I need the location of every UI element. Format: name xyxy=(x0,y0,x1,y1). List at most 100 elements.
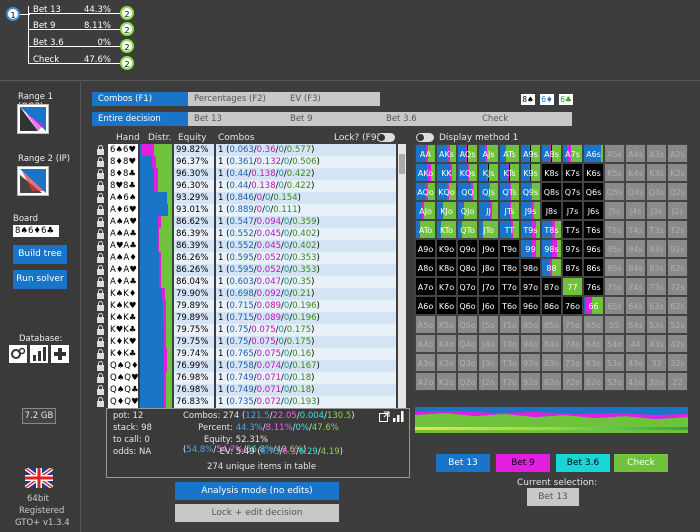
grid-cell-77[interactable]: 77 xyxy=(562,277,583,296)
grid-cell-73s[interactable]: 73s xyxy=(646,277,667,296)
lock-icon[interactable] xyxy=(96,228,108,240)
grid-cell-ATs[interactable]: ATs xyxy=(499,144,520,163)
grid-cell-JTs[interactable]: JTs xyxy=(499,201,520,220)
grid-cell-A4o[interactable]: A4o xyxy=(415,334,436,353)
lock-icon[interactable] xyxy=(96,396,108,408)
grid-cell-94s[interactable]: 94s xyxy=(625,239,646,258)
grid-cell-99[interactable]: 99 xyxy=(520,239,541,258)
grid-cell-53s[interactable]: 53s xyxy=(646,315,667,334)
grid-cell-J5o[interactable]: J5o xyxy=(478,315,499,334)
tree-child-node[interactable]: 2 xyxy=(120,22,134,36)
table-row[interactable]: K♦K♥ 79.75% 1 (0.75/0.075/0/0.175) xyxy=(96,336,406,348)
tree-action-label[interactable]: Check xyxy=(33,55,59,65)
grid-cell-62s[interactable]: 62s xyxy=(667,296,688,315)
grid-cell-K8o[interactable]: K8o xyxy=(436,258,457,277)
grid-cell-64s[interactable]: 64s xyxy=(625,296,646,315)
grid-cell-A7s[interactable]: A7s xyxy=(562,144,583,163)
add-plus-icon[interactable] xyxy=(51,345,69,363)
header-combos[interactable]: Combos xyxy=(218,133,254,143)
grid-cell-T8o[interactable]: T8o xyxy=(499,258,520,277)
run-solver-button[interactable]: Run solver xyxy=(13,270,67,289)
grid-cell-42s[interactable]: 42s xyxy=(667,334,688,353)
grid-cell-A2o[interactable]: A2o xyxy=(415,372,436,391)
tab-entire-decision[interactable]: Entire decision xyxy=(92,112,188,126)
grid-cell-A9s[interactable]: A9s xyxy=(520,144,541,163)
grid-cell-32o[interactable]: 32o xyxy=(646,372,667,391)
grid-cell-J5s[interactable]: J5s xyxy=(604,201,625,220)
table-row[interactable]: A♦A♣ 86.04% 1 (0.603/0.047/0/0.35) xyxy=(96,276,406,288)
grid-cell-KQo[interactable]: KQo xyxy=(436,182,457,201)
header-distr[interactable]: Distr. xyxy=(148,133,171,143)
lock-icon[interactable] xyxy=(96,336,108,348)
lock-icon[interactable] xyxy=(96,384,108,396)
header-equity[interactable]: Equity xyxy=(178,133,206,143)
tree-child-node[interactable]: 2 xyxy=(120,39,134,53)
grid-cell-86o[interactable]: 86o xyxy=(541,296,562,315)
grid-cell-J7o[interactable]: J7o xyxy=(478,277,499,296)
stats-chart-icon[interactable] xyxy=(393,411,404,422)
tab-percentages[interactable]: Percentages (F2) xyxy=(188,92,284,106)
grid-cell-K6o[interactable]: K6o xyxy=(436,296,457,315)
grid-cell-QJs[interactable]: QJs xyxy=(478,182,499,201)
grid-cell-84o[interactable]: 84o xyxy=(541,334,562,353)
grid-cell-A9o[interactable]: A9o xyxy=(415,239,436,258)
tab-combos[interactable]: Combos (F1) xyxy=(92,92,188,106)
table-row[interactable]: K♦K♣ 79.74% 1 (0.765/0.075/0/0.16) xyxy=(96,348,406,360)
lock-edit-button[interactable]: Lock + edit decision xyxy=(175,504,339,522)
grid-cell-A6o[interactable]: A6o xyxy=(415,296,436,315)
lock-toggle[interactable] xyxy=(377,133,395,142)
grid-cell-Q8o[interactable]: Q8o xyxy=(457,258,478,277)
range1-thumbnail[interactable] xyxy=(17,104,49,134)
grid-cell-T4s[interactable]: T4s xyxy=(625,220,646,239)
grid-cell-92o[interactable]: 92o xyxy=(520,372,541,391)
grid-cell-AJo[interactable]: AJo xyxy=(415,201,436,220)
grid-cell-Q2s[interactable]: Q2s xyxy=(667,182,688,201)
grid-cell-55[interactable]: 55 xyxy=(604,315,625,334)
tree-child-node[interactable]: 2 xyxy=(120,56,134,70)
lock-icon[interactable] xyxy=(96,216,108,228)
table-row[interactable]: K♥K♣ 79.75% 1 (0.75/0.075/0/0.175) xyxy=(96,324,406,336)
grid-cell-T9s[interactable]: T9s xyxy=(520,220,541,239)
grid-cell-J8o[interactable]: J8o xyxy=(478,258,499,277)
grid-cell-Q8s[interactable]: Q8s xyxy=(541,182,562,201)
legend-bet13-button[interactable]: Bet 13 xyxy=(436,454,490,472)
grid-cell-J2s[interactable]: J2s xyxy=(667,201,688,220)
grid-cell-K7s[interactable]: K7s xyxy=(562,163,583,182)
grid-cell-Q3s[interactable]: Q3s xyxy=(646,182,667,201)
grid-cell-76s[interactable]: 76s xyxy=(583,277,604,296)
grid-cell-85s[interactable]: 85s xyxy=(604,258,625,277)
tab-check[interactable]: Check xyxy=(476,112,572,126)
grid-cell-T3s[interactable]: T3s xyxy=(646,220,667,239)
lock-icon[interactable] xyxy=(96,264,108,276)
grid-cell-K7o[interactable]: K7o xyxy=(436,277,457,296)
grid-cell-AJs[interactable]: AJs xyxy=(478,144,499,163)
table-row[interactable]: Q♠Q♥ 76.98% 1 (0.749/0.071/0/0.18) xyxy=(96,372,406,384)
display-method-toggle[interactable] xyxy=(416,133,434,142)
table-row[interactable]: A♦6♥ 93.01% 1 (0.889/0/0/0.111) xyxy=(96,204,406,216)
grid-cell-K3o[interactable]: K3o xyxy=(436,353,457,372)
uk-flag-icon[interactable] xyxy=(23,466,55,490)
grid-cell-66[interactable]: 66 xyxy=(583,296,604,315)
grid-cell-T6s[interactable]: T6s xyxy=(583,220,604,239)
table-row[interactable]: A♠A♣ 86.39% 1 (0.552/0.045/0/0.402) xyxy=(96,228,406,240)
table-row[interactable]: 8♥8♣ 96.30% 1 (0.44/0.138/0/0.422) xyxy=(96,180,406,192)
grid-cell-Q9o[interactable]: Q9o xyxy=(457,239,478,258)
grid-cell-Q6s[interactable]: Q6s xyxy=(583,182,604,201)
grid-cell-97s[interactable]: 97s xyxy=(562,239,583,258)
grid-cell-KJo[interactable]: KJo xyxy=(436,201,457,220)
grid-cell-95o[interactable]: 95o xyxy=(520,315,541,334)
grid-cell-JTo[interactable]: JTo xyxy=(478,220,499,239)
lock-icon[interactable] xyxy=(96,324,108,336)
grid-cell-75o[interactable]: 75o xyxy=(562,315,583,334)
lock-icon[interactable] xyxy=(96,300,108,312)
grid-cell-KTs[interactable]: KTs xyxy=(499,163,520,182)
lock-icon[interactable] xyxy=(96,156,108,168)
range2-thumbnail[interactable] xyxy=(17,166,49,196)
grid-cell-KQs[interactable]: KQs xyxy=(457,163,478,182)
grid-cell-76o[interactable]: 76o xyxy=(562,296,583,315)
grid-cell-AKs[interactable]: AKs xyxy=(436,144,457,163)
grid-cell-QTo[interactable]: QTo xyxy=(457,220,478,239)
grid-cell-JJ[interactable]: JJ xyxy=(478,201,499,220)
grid-cell-K9o[interactable]: K9o xyxy=(436,239,457,258)
grid-cell-K2o[interactable]: K2o xyxy=(436,372,457,391)
